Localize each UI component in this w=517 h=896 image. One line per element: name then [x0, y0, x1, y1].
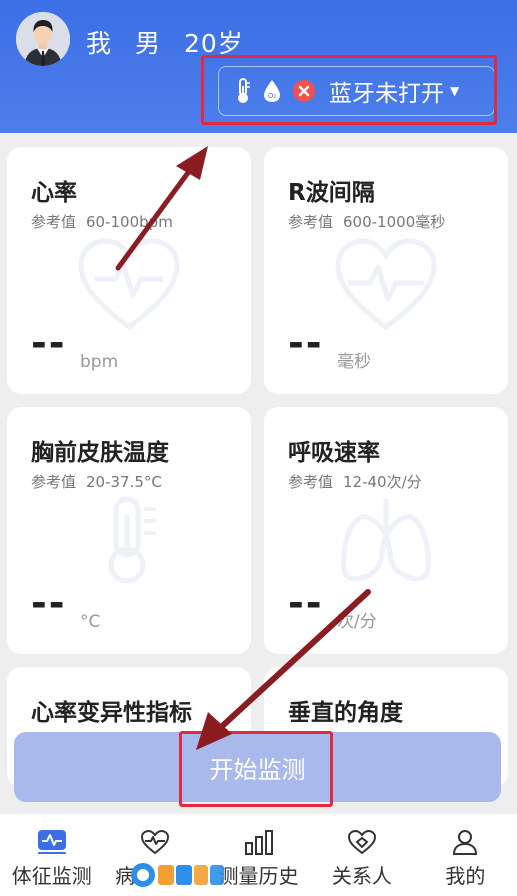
metric-card-heart-rate[interactable]: 心率 参考值 60-100bpm -- bpm [7, 147, 251, 394]
card-unit: 毫秒 [337, 352, 371, 372]
device-status-selector[interactable]: O₂ 蓝牙未打开 ▼ [218, 66, 495, 116]
card-title: 胸前皮肤温度 [31, 440, 169, 466]
avatar[interactable] [16, 12, 70, 66]
card-reference: 参考值 12-40次/分 [288, 471, 422, 492]
card-reference: 参考值 60-100bpm [31, 211, 173, 232]
reference-value: 60-100bpm [86, 213, 173, 231]
card-unit: bpm [80, 352, 119, 372]
tab-disease[interactable]: 病 [103, 814, 206, 896]
reference-label: 参考值 [288, 473, 334, 491]
card-title: 心率变异性指标 [31, 700, 192, 726]
user-gender: 男 [134, 29, 161, 58]
card-reference: 参考值 600-1000毫秒 [288, 211, 445, 232]
start-monitoring-button[interactable]: 开始监测 [14, 732, 501, 802]
tab-label: 测量历史 [218, 864, 299, 888]
metric-card-skin-temp[interactable]: 胸前皮肤温度 参考值 20-37.5°C -- °C [7, 407, 251, 654]
tab-vitals[interactable]: 体征监测 [0, 814, 103, 896]
heart-ecg-icon [334, 237, 438, 337]
thermometer-icon [235, 78, 251, 104]
tab-label: 关系人 [331, 864, 392, 888]
card-title: 呼吸速率 [288, 440, 380, 466]
metric-card-rr-interval[interactable]: R波间隔 参考值 600-1000毫秒 -- 毫秒 [264, 147, 508, 394]
vitals-icon [37, 828, 67, 856]
card-unit: °C [80, 612, 101, 632]
bar-chart-icon [244, 828, 274, 856]
heart-link-icon [347, 828, 377, 856]
svg-text:O₂: O₂ [268, 92, 277, 100]
metric-card-respiration[interactable]: 呼吸速率 参考值 12-40次/分 -- 次/分 [264, 407, 508, 654]
card-value: -- [31, 581, 67, 625]
reference-value: 600-1000毫秒 [343, 213, 446, 231]
card-value: -- [31, 321, 67, 365]
reference-label: 参考值 [31, 473, 77, 491]
tab-history[interactable]: 测量历史 [207, 814, 310, 896]
tab-label: 我的 [445, 864, 486, 888]
card-title: 垂直的角度 [288, 700, 403, 726]
lungs-icon [336, 495, 436, 589]
header: 我 男 20岁 O₂ 蓝牙未打开 ▼ [0, 0, 517, 133]
reference-value: 20-37.5°C [86, 473, 162, 491]
card-reference: 参考值 20-37.5°C [31, 471, 162, 492]
user-name: 我 [86, 29, 113, 58]
card-unit: 次/分 [337, 612, 377, 632]
reference-label: 参考值 [31, 213, 77, 231]
tab-mine[interactable]: 我的 [414, 814, 517, 896]
card-title: R波间隔 [288, 180, 375, 206]
caret-down-icon: ▼ [450, 84, 460, 98]
card-title: 心率 [31, 180, 77, 206]
card-value: -- [288, 581, 324, 625]
user-info: 我 男 20岁 [86, 24, 258, 60]
tab-label: 病 [115, 864, 136, 888]
heart-icon [140, 828, 170, 856]
thermometer-icon [94, 495, 164, 589]
error-x-icon [293, 80, 315, 102]
reference-value: 12-40次/分 [343, 473, 422, 491]
tab-contacts[interactable]: 关系人 [310, 814, 413, 896]
person-icon [451, 828, 479, 856]
user-age: 20岁 [183, 29, 244, 58]
bottom-tab-bar: 体征监测 病 测量历史 关系人 我的 [0, 814, 517, 896]
heart-pulse-icon [77, 237, 181, 337]
bluetooth-status-text: 蓝牙未打开 [329, 81, 444, 107]
oxygen-drop-icon: O₂ [263, 79, 281, 103]
reference-label: 参考值 [288, 213, 334, 231]
card-value: -- [288, 321, 324, 365]
tab-label: 体征监测 [11, 864, 92, 888]
